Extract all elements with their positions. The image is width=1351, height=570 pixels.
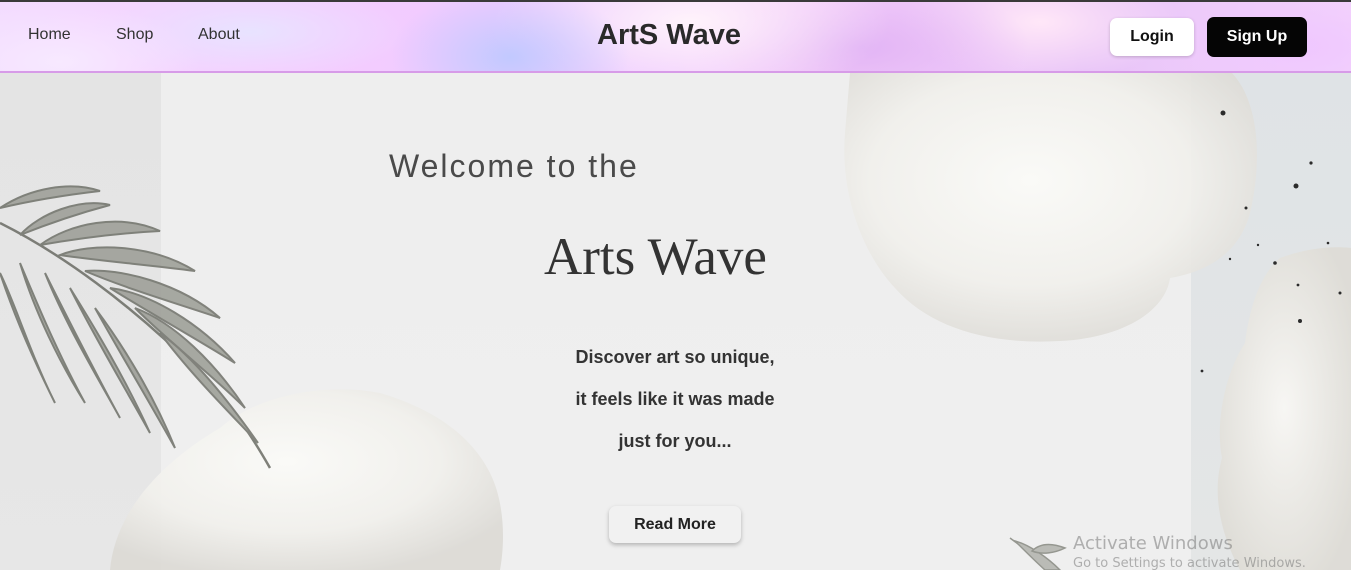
tagline-line-3: just for you...: [618, 431, 732, 451]
site-header: Home Shop About ArtS Wave Login Sign Up: [0, 2, 1351, 73]
nav-link-home[interactable]: Home: [28, 26, 71, 44]
hero-section: Welcome to the Arts Wave Discover art so…: [0, 73, 1351, 570]
stone-top-right: [844, 73, 1257, 342]
watermark-line-2: Go to Settings to activate Windows.: [1073, 556, 1306, 570]
welcome-heading: Welcome to the: [389, 148, 639, 184]
stone-far-right: [1217, 247, 1351, 570]
hero-background-art: [0, 73, 1351, 570]
tagline-line-2: it feels like it was made: [575, 389, 775, 409]
nav-link-about[interactable]: About: [198, 26, 240, 44]
palm-leaf-bottom-right: [1009, 537, 1067, 570]
nav-link-shop[interactable]: Shop: [116, 26, 153, 44]
read-more-button[interactable]: Read More: [609, 506, 741, 543]
tagline-line-1: Discover art so unique,: [575, 347, 775, 367]
page: Home Shop About ArtS Wave Login Sign Up: [0, 0, 1351, 570]
activate-windows-watermark: Activate Windows Go to Settings to activ…: [1073, 533, 1306, 570]
signup-button[interactable]: Sign Up: [1207, 17, 1307, 57]
hero-title: Arts Wave: [544, 228, 767, 286]
hero-tagline: Discover art so unique, it feels like it…: [530, 336, 820, 462]
watermark-line-1: Activate Windows: [1073, 533, 1233, 554]
login-button[interactable]: Login: [1110, 18, 1194, 56]
stone-bottom-left: [110, 389, 503, 570]
site-brand[interactable]: ArtS Wave: [597, 19, 741, 52]
